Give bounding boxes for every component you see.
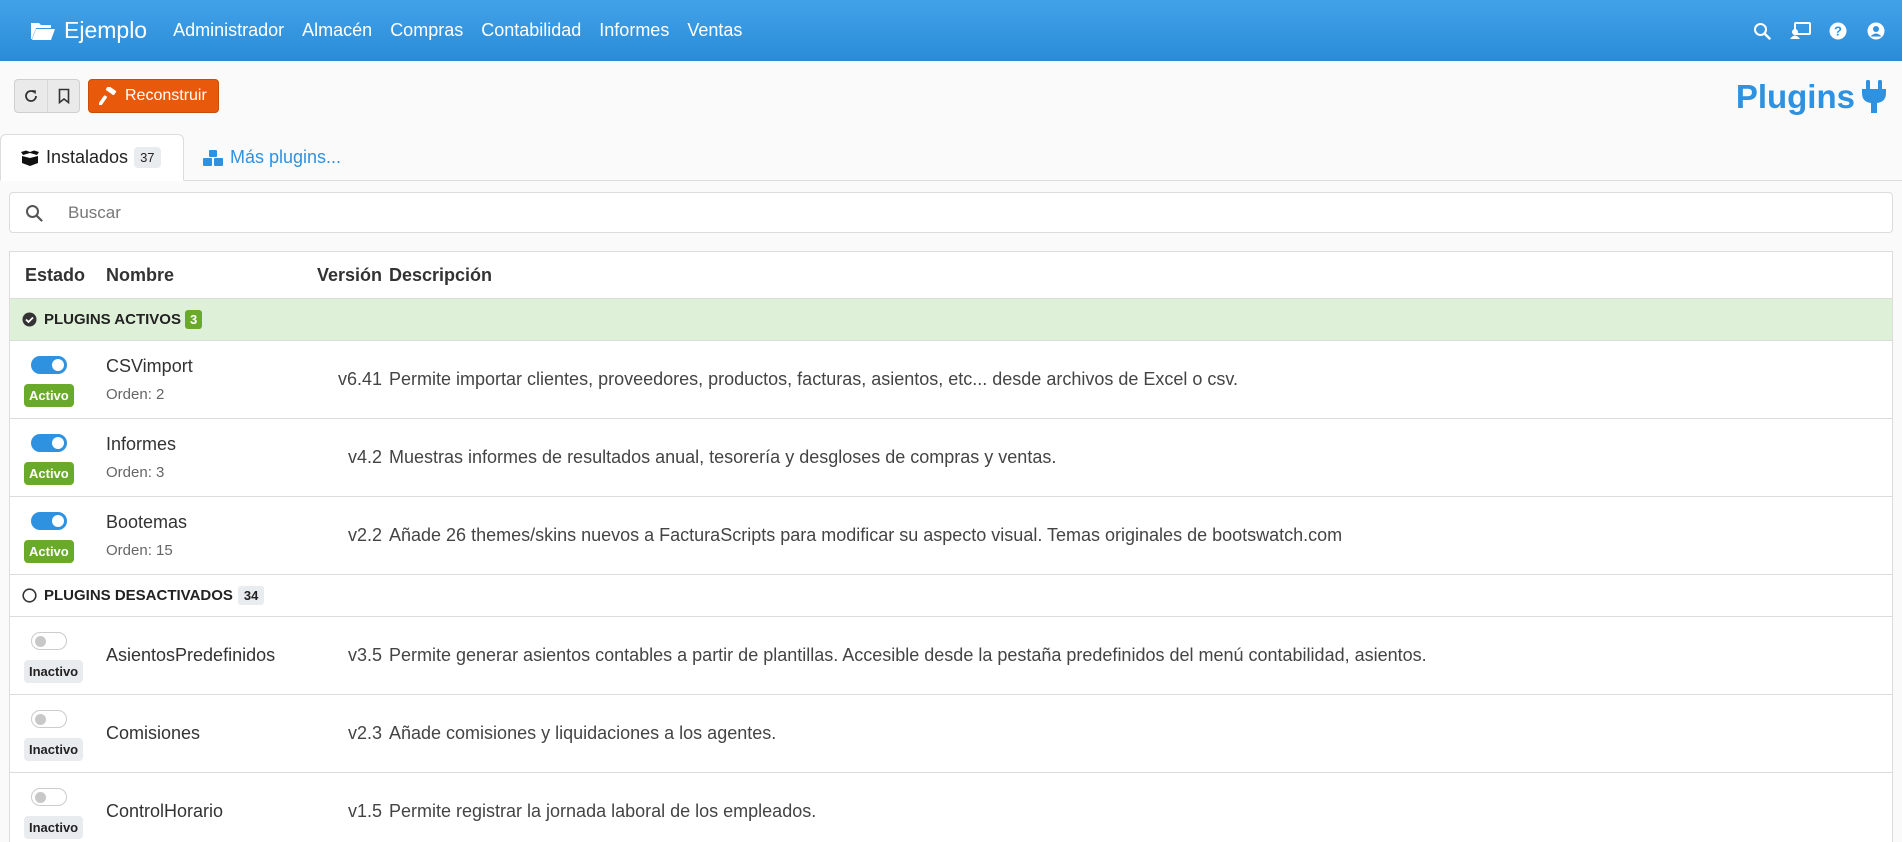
plugin-toggle[interactable] — [31, 512, 67, 530]
toolbar-button-group — [14, 79, 80, 113]
plugin-name: Comisiones — [106, 723, 201, 743]
user-switch-icon[interactable] — [1788, 19, 1812, 43]
table-row: Inactivo AsientosPredefinidos v3.5 Permi… — [10, 617, 1892, 695]
tab-bar: Instalados 37 Más plugins... — [0, 134, 1902, 181]
table-row: Inactivo Comisiones v2.3 Añade comisione… — [10, 695, 1892, 773]
toolbar: Reconstruir — [14, 79, 219, 113]
plugin-toggle[interactable] — [31, 356, 67, 374]
table-header: Estado Nombre Versión Descripción — [10, 252, 1892, 299]
main-menu: Administrador Almacén Compras Contabilid… — [173, 20, 760, 41]
plugin-description: Muestras informes de resultados anual, t… — [389, 447, 1057, 467]
status-badge: Inactivo — [24, 660, 84, 683]
plugin-version: v2.2 — [347, 525, 382, 545]
plugin-order: Orden: 15 — [106, 542, 173, 559]
group-inactive-plugins: Plugins desactivados 34 — [10, 575, 1892, 617]
refresh-button[interactable] — [15, 80, 47, 112]
group-inactive-label: Plugins desactivados — [44, 587, 233, 604]
folder-open-icon — [31, 22, 55, 40]
rebuild-label: Reconstruir — [125, 87, 207, 104]
plugin-description: Permite generar asientos contables a par… — [389, 645, 1427, 665]
status-badge: Activo — [24, 384, 74, 407]
menu-informes[interactable]: Informes — [599, 20, 669, 41]
tab-mas-plugins[interactable]: Más plugins... — [202, 134, 341, 181]
menu-ventas[interactable]: Ventas — [687, 20, 742, 41]
circle-outline-icon — [22, 588, 37, 603]
active-count-badge: 3 — [184, 310, 203, 329]
header-version: Versión — [316, 264, 382, 285]
tab-instalados-label: Instalados — [46, 147, 129, 167]
plugin-order: Orden: 2 — [106, 386, 165, 403]
page-title: Plugins — [1736, 78, 1887, 116]
bookmark-button[interactable] — [47, 80, 79, 112]
installed-count-badge: 37 — [134, 147, 161, 168]
header-descripcion: Descripción — [389, 264, 493, 285]
plugins-table: Estado Nombre Versión Descripción Plugin… — [9, 251, 1893, 842]
table-row: Activo Informes Orden: 3 v4.2 Muestras i… — [10, 419, 1892, 497]
plugin-name: CSVimport — [106, 356, 193, 376]
status-badge: Inactivo — [24, 738, 84, 761]
status-badge: Activo — [24, 540, 74, 563]
menu-almacen[interactable]: Almacén — [302, 20, 372, 41]
plugin-toggle[interactable] — [31, 632, 67, 650]
plugin-version: v6.41 — [337, 369, 382, 389]
menu-compras[interactable]: Compras — [390, 20, 463, 41]
tab-mas-plugins-label: Más plugins... — [230, 147, 342, 167]
plugin-name: Informes — [106, 434, 177, 454]
plugin-toggle[interactable] — [31, 434, 67, 452]
plugin-version: v1.5 — [347, 801, 382, 821]
table-row: Activo Bootemas Orden: 15 v2.2 Añade 26 … — [10, 497, 1892, 575]
table-row: Activo CSVimport Orden: 2 v6.41 Permite … — [10, 341, 1892, 419]
boxes-icon — [21, 150, 39, 166]
inactive-count-badge: 34 — [237, 586, 265, 605]
plugin-description: Añade comisiones y liquidaciones a los a… — [389, 723, 777, 743]
table-row: Inactivo ControlHorario v1.5 Permite reg… — [10, 773, 1892, 842]
hammer-icon — [99, 87, 117, 105]
search-bar — [9, 192, 1893, 233]
plugin-name: AsientosPredefinidos — [106, 645, 276, 665]
top-navbar: Ejemplo Administrador Almacén Compras Co… — [0, 0, 1902, 61]
header-estado: Estado — [25, 264, 86, 285]
search-icon[interactable] — [1750, 19, 1774, 43]
plugin-version: v3.5 — [347, 645, 382, 665]
plugin-name: Bootemas — [106, 512, 188, 532]
group-active-label: Plugins activos — [44, 311, 181, 328]
bookmark-icon — [58, 88, 69, 104]
rebuild-button[interactable]: Reconstruir — [88, 79, 219, 113]
plugin-version: v4.2 — [347, 447, 382, 467]
menu-contabilidad[interactable]: Contabilidad — [481, 20, 581, 41]
menu-administrador[interactable]: Administrador — [173, 20, 284, 41]
refresh-icon — [25, 90, 37, 102]
header-nombre: Nombre — [106, 264, 175, 285]
plugin-version: v2.3 — [347, 723, 382, 743]
group-active-plugins: Plugins activos 3 — [10, 299, 1892, 341]
page-title-text: Plugins — [1735, 78, 1855, 115]
check-circle-icon — [22, 312, 37, 327]
status-badge: Activo — [24, 462, 74, 485]
plugin-toggle[interactable] — [31, 788, 67, 806]
help-icon[interactable]: ? — [1826, 19, 1850, 43]
plugin-description: Permite registrar la jornada laboral de … — [389, 801, 817, 821]
plugin-description: Añade 26 themes/skins nuevos a FacturaSc… — [389, 525, 1343, 545]
brand-name: Ejemplo — [64, 17, 148, 43]
plugin-toggle[interactable] — [31, 710, 67, 728]
plugin-name: ControlHorario — [106, 801, 224, 821]
plug-icon — [1862, 80, 1886, 113]
plugin-order: Orden: 3 — [106, 464, 165, 481]
cubes-icon — [203, 149, 223, 166]
brand[interactable]: Ejemplo — [30, 17, 147, 44]
plugin-description: Permite importar clientes, proveedores, … — [389, 369, 1239, 389]
search-icon — [10, 204, 58, 222]
user-icon[interactable] — [1864, 19, 1888, 43]
tab-instalados[interactable]: Instalados 37 — [0, 134, 184, 181]
search-input[interactable] — [68, 202, 1868, 223]
svg-text:?: ? — [1834, 23, 1842, 38]
status-badge: Inactivo — [24, 816, 84, 839]
